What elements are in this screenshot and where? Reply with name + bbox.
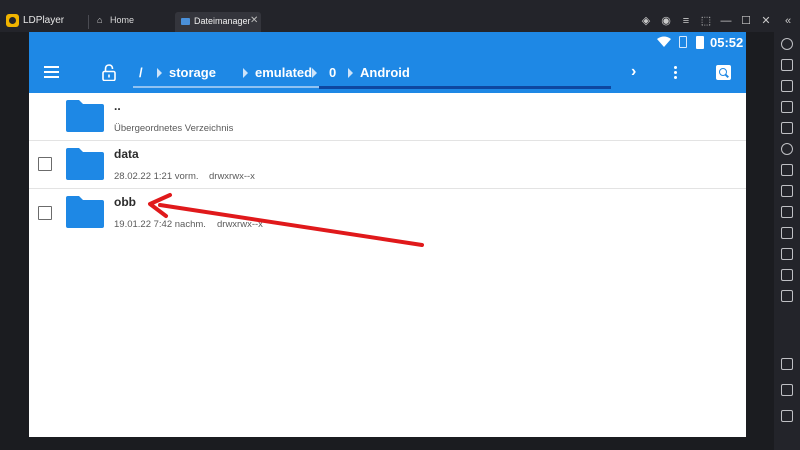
more-vert-icon[interactable] — [674, 65, 678, 81]
emulator-bottom-border — [0, 437, 774, 450]
breadcrumb-separator-icon — [157, 68, 162, 78]
screenshot-icon[interactable] — [781, 206, 793, 218]
tab-home[interactable]: ⌂ Home — [94, 13, 174, 32]
close-tab-icon[interactable]: ✕ — [250, 15, 258, 26]
breadcrumb-separator-icon — [312, 68, 317, 78]
home-icon: ⌂ — [97, 15, 103, 25]
add-apk-icon[interactable] — [781, 164, 793, 176]
file-permissions: drwxrwx--x — [209, 171, 255, 182]
fullscreen-icon[interactable] — [781, 122, 793, 134]
home-nav-icon[interactable] — [781, 384, 793, 396]
list-item-data[interactable]: data 28.02.22 1:21 vorm. drwxrwx--x — [29, 141, 746, 189]
more-options-icon[interactable] — [781, 290, 793, 302]
emulator-window: LDPlayer ⌂ Home Dateimanager ✕ ◈ ◉ ≡ ⬚ —… — [0, 0, 800, 450]
list-item-parent[interactable]: .. Übergeordnetes Verzeichnis — [29, 93, 746, 141]
volume-up-icon[interactable] — [781, 80, 793, 92]
app-name: LDPlayer — [23, 15, 65, 26]
wifi-icon — [657, 36, 671, 47]
breadcrumb-emulated[interactable]: emulated — [255, 65, 312, 80]
maximize-icon[interactable]: ☐ — [738, 13, 754, 29]
folder-icon — [66, 196, 104, 228]
settings-gear-icon[interactable] — [781, 38, 793, 50]
select-checkbox[interactable] — [38, 206, 52, 220]
breadcrumb-0[interactable]: 0 — [329, 65, 336, 80]
recent-apps-icon[interactable] — [781, 410, 793, 422]
file-name: data — [114, 147, 139, 161]
shrink-icon[interactable]: ⬚ — [698, 13, 714, 29]
tab-dateimanager[interactable]: Dateimanager ✕ — [175, 12, 261, 32]
menu-lines-icon[interactable]: ≡ — [678, 13, 694, 29]
menu-icon[interactable] — [44, 66, 59, 78]
tab-home-label: Home — [110, 15, 135, 25]
ldplayer-logo-icon — [6, 14, 19, 27]
select-checkbox[interactable] — [38, 157, 52, 171]
breadcrumb-active-indicator — [319, 86, 611, 89]
back-icon[interactable] — [781, 358, 793, 370]
status-time: 05:52 — [710, 35, 744, 50]
record-icon[interactable] — [781, 143, 793, 155]
no-sim-icon — [679, 36, 687, 48]
account-icon[interactable]: ◉ — [658, 13, 674, 29]
file-permissions: drwxrwx--x — [217, 219, 263, 230]
minimize-icon[interactable]: — — [718, 13, 734, 29]
lock-icon[interactable] — [102, 64, 116, 81]
sync-icon[interactable] — [781, 269, 793, 281]
chevron-right-icon[interactable]: › — [631, 63, 636, 81]
android-statusbar: 05:52 — [29, 32, 746, 53]
breadcrumb-root[interactable]: / — [139, 65, 143, 80]
folder-icon — [66, 148, 104, 180]
emulator-sidebar — [774, 32, 800, 450]
file-date: 19.01.22 7:42 nachm. — [114, 219, 206, 230]
file-date: 28.02.22 1:21 vorm. — [114, 171, 199, 182]
emulator-titlebar: LDPlayer ⌂ Home Dateimanager ✕ ◈ ◉ ≡ ⬚ —… — [0, 0, 800, 32]
shared-folder-icon[interactable] — [781, 185, 793, 197]
tab-dateimanager-label: Dateimanager — [194, 16, 251, 26]
breadcrumb-separator-icon — [243, 68, 248, 78]
folder-tab-icon — [181, 18, 190, 25]
android-screen: 05:52 / storage emulated 0 Android › .. … — [29, 32, 746, 437]
breadcrumb-separator-icon — [348, 68, 353, 78]
scissors-icon[interactable] — [781, 227, 793, 239]
search-icon[interactable] — [716, 65, 731, 80]
file-meta: Übergeordnetes Verzeichnis — [114, 123, 234, 134]
breadcrumb-android[interactable]: Android — [360, 65, 410, 80]
close-window-icon[interactable]: ✕ — [758, 13, 774, 29]
file-name: obb — [114, 195, 136, 209]
list-item-obb[interactable]: obb 19.01.22 7:42 nachm. drwxrwx--x — [29, 189, 746, 237]
file-name: .. — [114, 99, 121, 113]
volume-down-icon[interactable] — [781, 101, 793, 113]
video-icon[interactable] — [781, 248, 793, 260]
gamepad-icon[interactable]: ◈ — [638, 13, 654, 29]
folder-icon — [66, 100, 104, 132]
battery-icon — [696, 36, 704, 49]
collapse-sidebar-icon[interactable]: « — [780, 13, 796, 29]
tab-divider — [88, 15, 89, 29]
keyboard-icon[interactable] — [781, 59, 793, 71]
breadcrumb-storage[interactable]: storage — [169, 65, 216, 80]
